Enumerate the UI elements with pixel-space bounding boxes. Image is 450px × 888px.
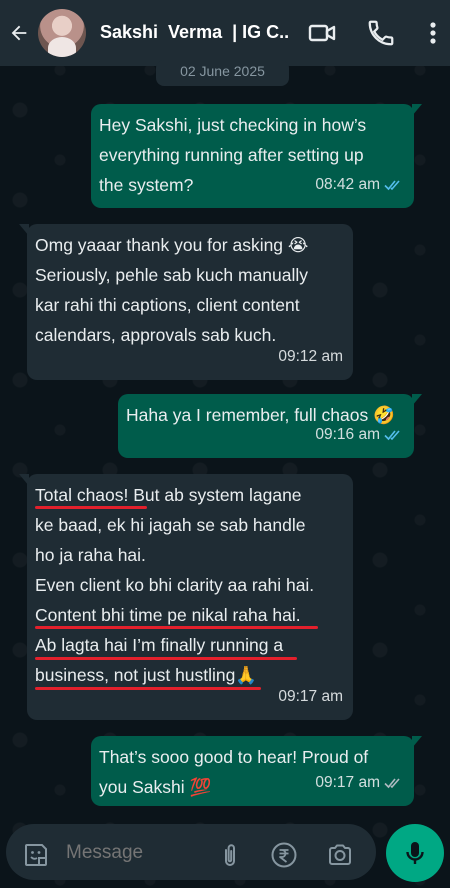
- video-call-icon[interactable]: [307, 18, 337, 48]
- message-time: 09:17 am: [278, 688, 343, 705]
- back-arrow-icon[interactable]: [8, 22, 30, 44]
- message-meta: 09:16 am: [315, 420, 404, 450]
- read-ticks-icon: [384, 180, 400, 191]
- message-bubble-outgoing[interactable]: That’s sooo good to hear! Proud of you S…: [91, 736, 422, 806]
- rupee-payment-icon[interactable]: [270, 841, 298, 869]
- chat-header: Sakshi Verma | IG C..: [0, 0, 450, 66]
- emoji-sticker-icon[interactable]: [22, 841, 50, 869]
- camera-icon[interactable]: [326, 841, 354, 869]
- highlight-underline: [35, 687, 261, 690]
- message-bubble-incoming[interactable]: Omg yaaar thank you for asking 😭 Serious…: [19, 224, 353, 380]
- highlight-underline: [35, 657, 297, 660]
- message-meta: 08:42 am: [315, 170, 404, 200]
- message-input[interactable]: [66, 840, 206, 866]
- attach-icon[interactable]: [216, 841, 244, 869]
- contact-name[interactable]: Sakshi Verma | IG C..: [100, 22, 290, 43]
- mic-button[interactable]: [386, 824, 444, 882]
- message-bubble-outgoing[interactable]: Hey Sakshi, just checking in how’s every…: [91, 104, 422, 208]
- mic-icon: [406, 842, 424, 864]
- more-vertical-icon[interactable]: [418, 18, 448, 48]
- delivered-ticks-icon: [384, 778, 400, 789]
- phone-icon[interactable]: [366, 18, 396, 48]
- message-time: 09:16 am: [315, 426, 380, 443]
- highlight-underline: [35, 626, 318, 629]
- message-time: 09:17 am: [315, 774, 380, 791]
- message-bubble-outgoing[interactable]: Haha ya I remember, full chaos 🤣 09:16 a…: [118, 394, 422, 458]
- message-time: 08:42 am: [315, 176, 380, 193]
- message-text: Omg yaaar thank you for asking 😭 Serious…: [35, 235, 309, 345]
- message-input-box[interactable]: [6, 824, 376, 880]
- message-bubble-incoming[interactable]: Total chaos! But ab system lagane ke baa…: [19, 474, 353, 720]
- date-chip: 02 June 2025: [156, 60, 289, 86]
- message-meta: 09:17 am: [315, 768, 404, 798]
- message-meta: 09:12 am: [278, 342, 343, 372]
- read-ticks-icon: [384, 430, 400, 441]
- message-time: 09:12 am: [278, 348, 343, 365]
- message-meta: 09:17 am: [278, 682, 343, 712]
- highlight-underline: [35, 506, 147, 509]
- avatar[interactable]: [38, 9, 86, 57]
